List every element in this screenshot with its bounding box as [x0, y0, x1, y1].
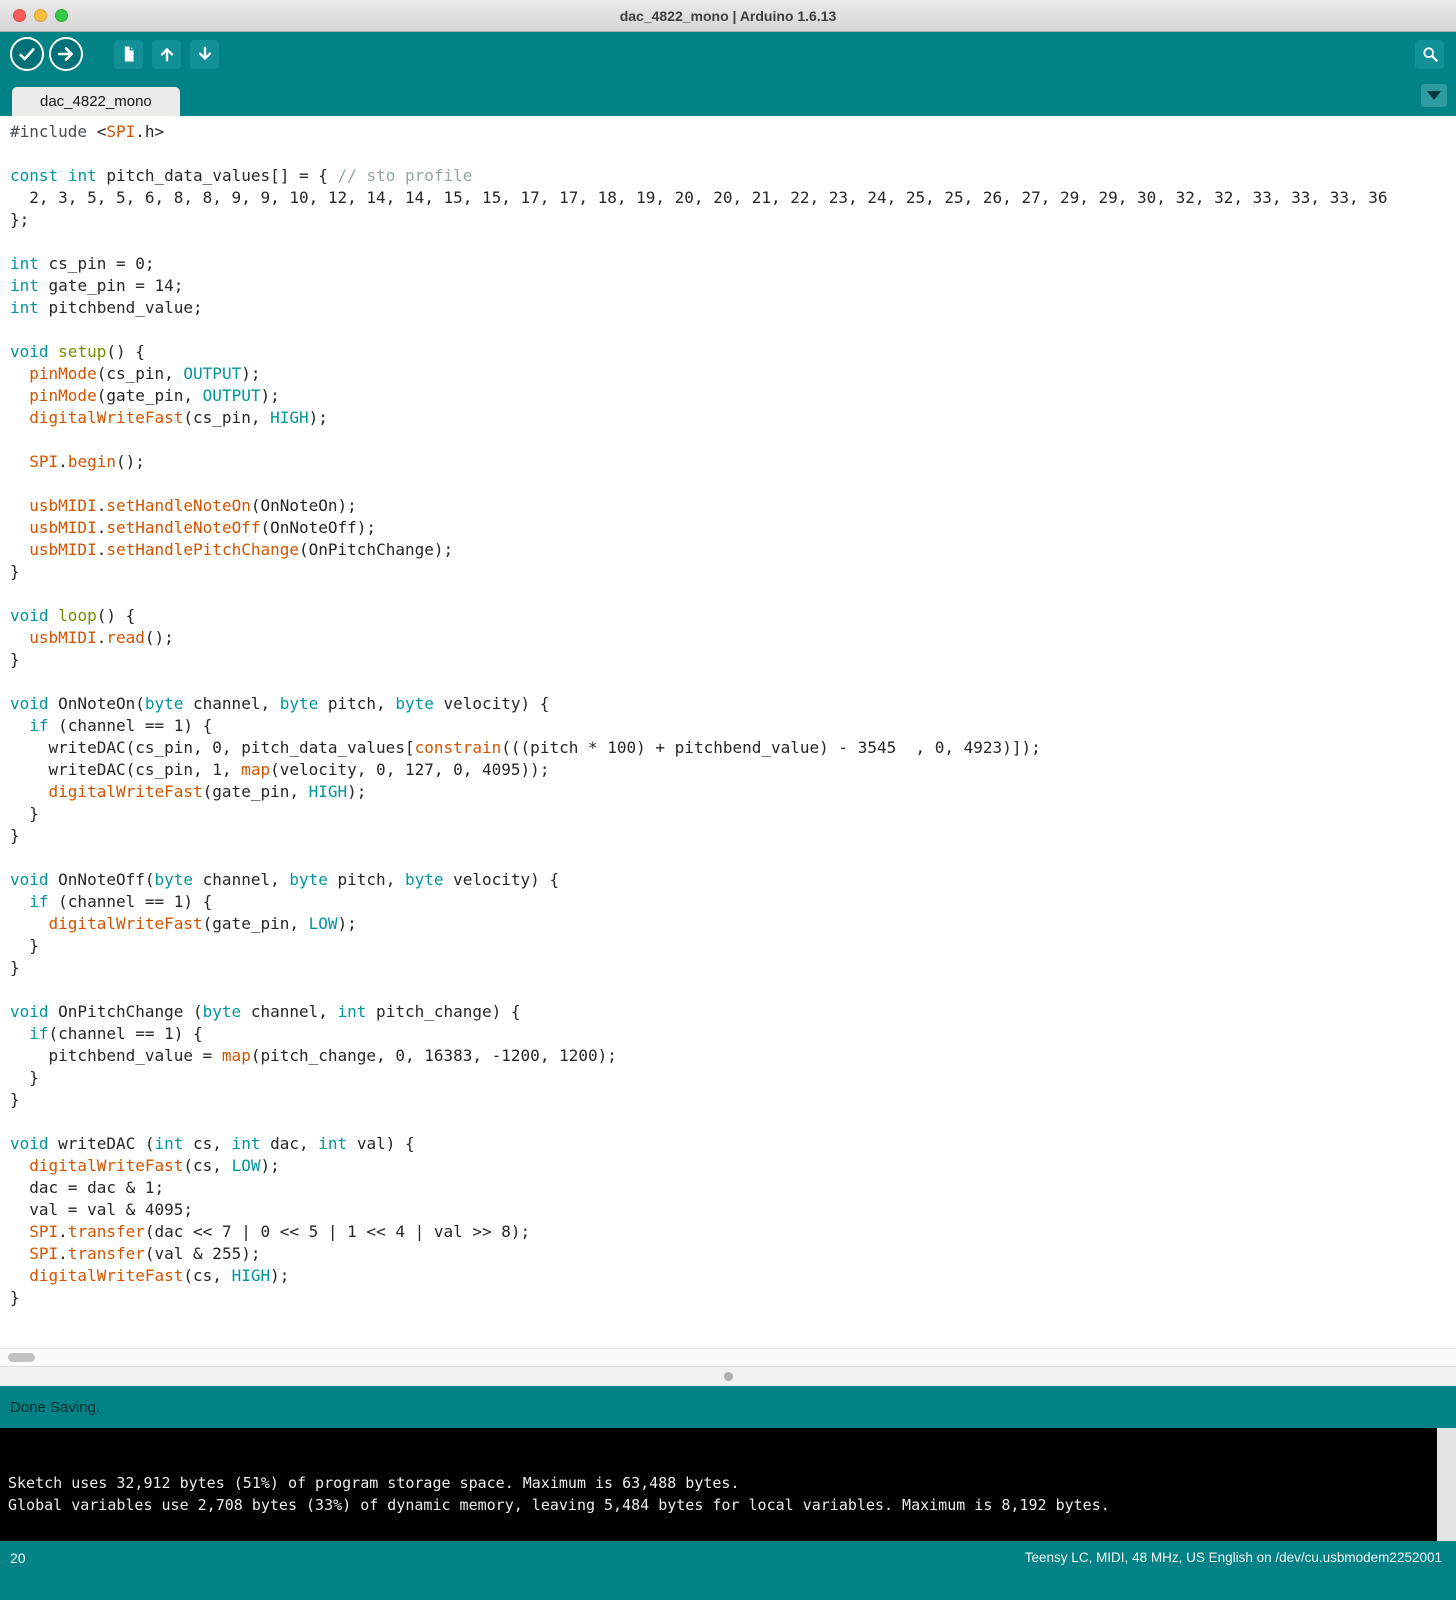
code-line: };: [10, 210, 30, 229]
save-button[interactable]: [190, 39, 219, 69]
pane-divider[interactable]: [0, 1366, 1456, 1386]
up-arrow-icon: [157, 44, 177, 64]
tab-label: dac_4822_mono: [40, 93, 152, 110]
upload-button[interactable]: [49, 37, 83, 71]
status-message: Done Saving.: [10, 1398, 101, 1416]
console-scrollbar[interactable]: [1437, 1428, 1456, 1541]
zoom-button[interactable]: [55, 9, 68, 22]
code-line: if (channel == 1) {: [29, 892, 213, 911]
console: Sketch uses 32,912 bytes (51%) of progra…: [0, 1428, 1456, 1541]
down-arrow-icon: [195, 44, 215, 64]
code-line: digitalWriteFast(gate_pin, LOW);: [48, 914, 357, 933]
code-line: val = val & 4095;: [10, 1200, 194, 1219]
code-line: SPI.transfer(dac << 7 | 0 << 5 | 1 << 4 …: [29, 1222, 531, 1241]
horizontal-scrollbar[interactable]: [0, 1348, 1456, 1366]
code-line: int pitchbend_value;: [10, 298, 203, 317]
document-icon: [119, 44, 139, 64]
code-line: const int pitch_data_values[] = { // sto…: [10, 166, 473, 185]
board-info: Teensy LC, MIDI, 48 MHz, US English on /…: [1024, 1550, 1442, 1565]
code-line: }: [10, 1090, 20, 1109]
minimize-button[interactable]: [34, 9, 47, 22]
code-line: }: [10, 958, 20, 977]
divider-handle-icon: [723, 1372, 733, 1381]
code-line: void OnNoteOff(byte channel, byte pitch,…: [10, 870, 560, 889]
code-line: void loop() {: [10, 606, 136, 625]
cursor-line-number: 20: [10, 1550, 26, 1566]
code-line: writeDAC(cs_pin, 0, pitch_data_values[co…: [10, 738, 1041, 757]
code-line: #include <SPI.h>: [10, 122, 165, 141]
code-line: }: [10, 804, 39, 823]
chevron-down-icon: [1427, 91, 1441, 100]
window-title: dac_4822_mono | Arduino 1.6.13: [619, 7, 837, 24]
code-line: dac = dac & 1;: [10, 1178, 165, 1197]
tab-bar: dac_4822_mono: [0, 76, 1456, 116]
close-button[interactable]: [13, 9, 26, 22]
checkmark-icon: [16, 43, 38, 65]
tab-list-dropdown-button[interactable]: [1421, 84, 1447, 107]
code-line: void setup() {: [10, 342, 145, 361]
code-line: SPI.transfer(val & 255);: [29, 1244, 261, 1263]
right-arrow-icon: [55, 43, 77, 65]
code-line: if(channel == 1) {: [29, 1024, 203, 1043]
verify-button[interactable]: [10, 37, 44, 71]
code-line: pitchbend_value = map(pitch_change, 0, 1…: [10, 1046, 617, 1065]
code-line: digitalWriteFast(gate_pin, HIGH);: [48, 782, 367, 801]
arduino-ide-window: dac_4822_mono | Arduino 1.6.13 dac_4822_…: [0, 0, 1456, 1600]
console-line: Sketch uses 32,912 bytes (51%) of progra…: [8, 1474, 740, 1492]
code-line: pinMode(cs_pin, OUTPUT);: [29, 364, 261, 383]
code-line: if (channel == 1) {: [29, 716, 213, 735]
code-line: usbMIDI.setHandlePitchChange(OnPitchChan…: [29, 540, 454, 559]
tab-dac-4822-mono[interactable]: dac_4822_mono: [12, 87, 180, 116]
code-line: digitalWriteFast(cs, LOW);: [29, 1156, 280, 1175]
code-line: void OnPitchChange (byte channel, int pi…: [10, 1002, 521, 1021]
code-line: void OnNoteOn(byte channel, byte pitch, …: [10, 694, 550, 713]
code-line: SPI.begin();: [29, 452, 145, 471]
code-line: }: [10, 562, 20, 581]
code-editor[interactable]: #include <SPI.h> const int pitch_data_va…: [0, 116, 1456, 1348]
console-output: Sketch uses 32,912 bytes (51%) of progra…: [8, 1472, 1426, 1516]
serial-monitor-button[interactable]: [1415, 39, 1444, 69]
status-bar: Done Saving.: [0, 1386, 1456, 1428]
code-line: }: [10, 650, 20, 669]
code-line: }: [10, 936, 39, 955]
console-line: Global variables use 2,708 bytes (33%) o…: [8, 1496, 1110, 1514]
code-line: }: [10, 826, 20, 845]
code-line: usbMIDI.setHandleNoteOn(OnNoteOn);: [29, 496, 357, 515]
toolbar: [0, 32, 1456, 76]
code-line: }: [10, 1068, 39, 1087]
code-line: }: [10, 1288, 20, 1307]
code-line: usbMIDI.read();: [29, 628, 174, 647]
horizontal-scrollbar-thumb[interactable]: [8, 1353, 35, 1362]
open-button[interactable]: [152, 39, 181, 69]
magnifier-icon: [1420, 44, 1440, 64]
code-line: int gate_pin = 14;: [10, 276, 184, 295]
code-line: void writeDAC (int cs, int dac, int val)…: [10, 1134, 415, 1153]
code-line: int cs_pin = 0;: [10, 254, 155, 273]
title-bar: dac_4822_mono | Arduino 1.6.13: [0, 0, 1456, 32]
footer-status-strip: 20 Teensy LC, MIDI, 48 MHz, US English o…: [0, 1541, 1456, 1600]
code-line: writeDAC(cs_pin, 1, map(velocity, 0, 127…: [10, 760, 550, 779]
traffic-lights: [13, 0, 68, 31]
code-line: pinMode(gate_pin, OUTPUT);: [29, 386, 280, 405]
code-line: digitalWriteFast(cs, HIGH);: [29, 1266, 290, 1285]
code-line: 2, 3, 5, 5, 6, 8, 8, 9, 9, 10, 12, 14, 1…: [10, 188, 1388, 207]
new-sketch-button[interactable]: [114, 39, 143, 69]
code-line: usbMIDI.setHandleNoteOff(OnNoteOff);: [29, 518, 377, 537]
code-line: digitalWriteFast(cs_pin, HIGH);: [29, 408, 328, 427]
